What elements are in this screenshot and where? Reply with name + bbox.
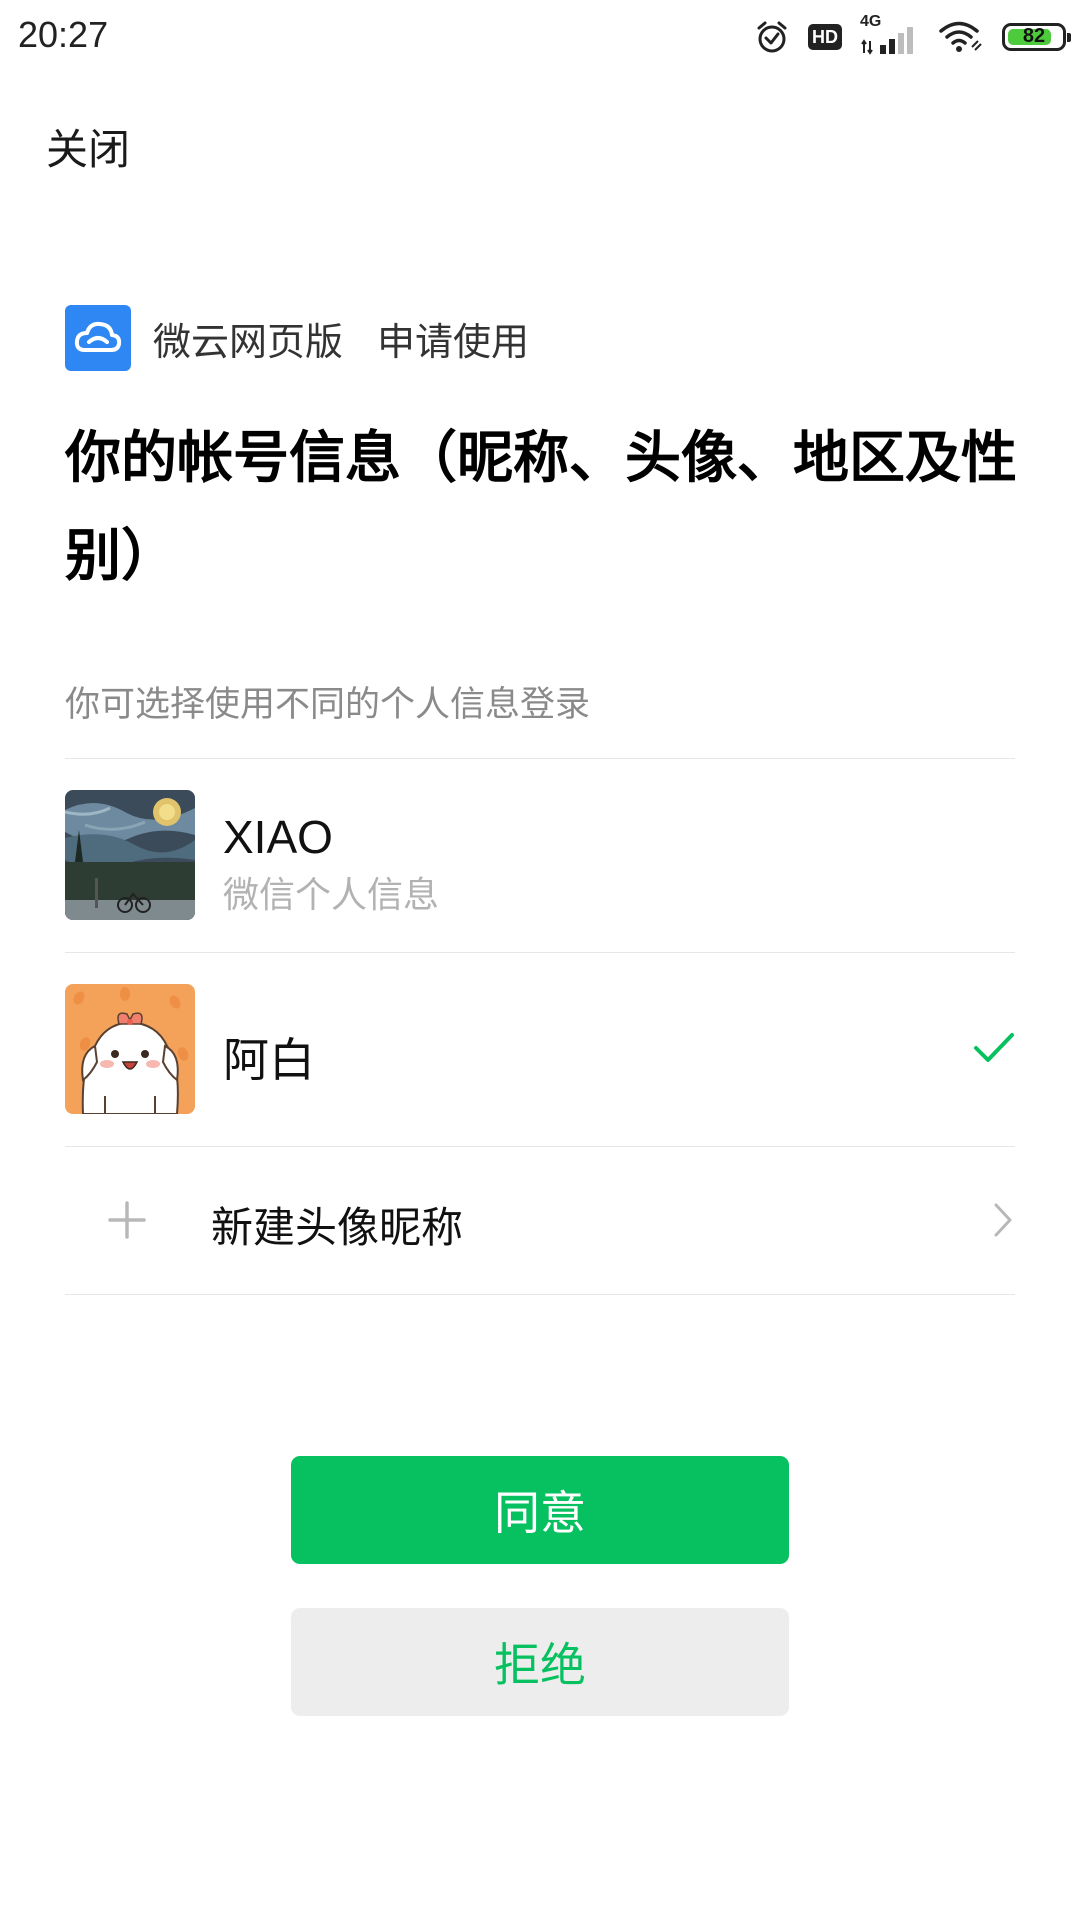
profile-name: XIAO (223, 811, 333, 863)
starry-night-avatar (65, 790, 195, 920)
hd-icon: HD (808, 24, 842, 50)
app-request-label: 申请使用 (377, 319, 530, 364)
puppy-avatar (65, 984, 195, 1114)
battery-cap (1067, 33, 1071, 42)
chevron-right-icon (993, 1202, 1013, 1242)
battery-icon: 82 (1002, 23, 1071, 51)
agree-button[interactable]: 同意 (291, 1456, 789, 1564)
profile-description: 微信个人信息 (223, 875, 440, 916)
close-button[interactable]: 关闭 (46, 116, 130, 177)
check-icon (973, 1030, 1015, 1070)
app-header: 微云网页版 申请使用 (65, 305, 529, 371)
battery-label: 82 (1022, 25, 1046, 47)
profile-item-wechat[interactable]: XIAO 微信个人信息 (65, 758, 1015, 952)
page-subtitle: 你可选择使用不同的个人信息登录 (65, 685, 591, 725)
wifi-icon (938, 19, 984, 55)
signal-icon: 4G (860, 13, 920, 55)
status-time: 20:27 (18, 14, 109, 55)
new-profile-label: 新建头像昵称 (211, 1203, 464, 1252)
new-profile-button[interactable]: 新建头像昵称 (65, 1146, 1015, 1294)
divider (65, 1294, 1015, 1295)
cloud-icon (65, 305, 131, 371)
page-title: 你的帐号信息（昵称、头像、地区及性别） (65, 426, 1017, 589)
network-type-label: 4G (860, 13, 882, 30)
status-icons: HD 4G 82 (754, 13, 1071, 60)
reject-button[interactable]: 拒绝 (291, 1608, 789, 1716)
app-name: 微云网页版 (153, 319, 344, 364)
plus-icon (107, 1200, 147, 1244)
profile-item-abai[interactable]: 阿白 (65, 952, 1015, 1146)
alarm-icon (754, 19, 790, 55)
status-bar: 20:27 HD 4G 82 (0, 0, 1080, 74)
profile-name: 阿白 (223, 1033, 315, 1087)
